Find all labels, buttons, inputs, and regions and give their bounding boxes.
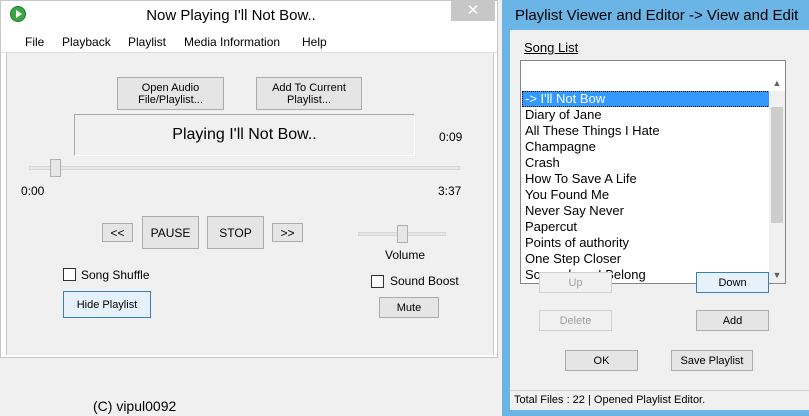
list-item[interactable]: One Step Closer [522, 251, 770, 267]
song-list-header: Song List [524, 40, 579, 55]
list-item[interactable]: Champagne [522, 139, 770, 155]
list-item[interactable]: -> I'll Not Bow [522, 91, 770, 107]
previous-button[interactable]: << [102, 223, 133, 242]
add-to-playlist-button[interactable]: Add To Current Playlist... [256, 77, 362, 110]
menu-playlist[interactable]: Playlist [128, 35, 166, 49]
list-item[interactable]: Papercut [522, 219, 770, 235]
duration-time: 3:37 [438, 184, 462, 198]
list-item[interactable]: All These Things I Hate [522, 123, 770, 139]
scrollbar-thumb[interactable] [771, 107, 783, 223]
menu-file[interactable]: File [25, 35, 44, 49]
song-shuffle-label[interactable]: Song Shuffle [81, 268, 150, 282]
volume-label: Volume [385, 248, 426, 262]
menu-playback[interactable]: Playback [62, 35, 111, 49]
playlist-window-title: Playlist Viewer and Editor -> View and E… [515, 7, 799, 24]
playlist-titlebar[interactable]: Playlist Viewer and Editor -> View and E… [502, 0, 809, 30]
next-button[interactable]: >> [272, 223, 303, 242]
sound-boost-checkbox[interactable] [371, 275, 384, 288]
seek-slider-thumb[interactable] [49, 159, 61, 177]
list-item[interactable]: How To Save A Life [522, 171, 770, 187]
volume-slider-thumb[interactable] [397, 225, 408, 243]
playlist-window: Playlist Viewer and Editor -> View and E… [502, 0, 809, 416]
add-song-button[interactable]: Add [696, 310, 769, 331]
list-item[interactable]: Diary of Jane [522, 107, 770, 123]
sound-boost-label[interactable]: Sound Boost [390, 274, 459, 288]
copyright-text: (C) vipul0092 [93, 398, 177, 414]
song-list[interactable]: -> I'll Not Bow Diary of Jane All These Th… [520, 60, 786, 284]
song-shuffle-checkbox[interactable] [63, 268, 76, 281]
save-playlist-button[interactable]: Save Playlist [671, 350, 753, 371]
now-playing-display: Playing I'll Not Bow.. [74, 114, 415, 156]
player-titlebar[interactable]: Now Playing I'll Not Bow.. ✕ [1, 1, 497, 31]
song-list-items: -> I'll Not Bow Diary of Jane All These Th… [522, 91, 770, 283]
start-time: 0:00 [21, 184, 45, 198]
ok-button[interactable]: OK [565, 350, 638, 371]
seek-track[interactable] [29, 166, 460, 170]
open-audio-button[interactable]: Open Audio File/Playlist... [117, 77, 224, 110]
scroll-down-icon[interactable]: ▼ [769, 267, 785, 283]
hide-playlist-button[interactable]: Hide Playlist [63, 291, 151, 318]
stop-button[interactable]: STOP [207, 216, 264, 249]
player-window-title: Now Playing I'll Not Bow.. [146, 7, 316, 24]
player-window: Now Playing I'll Not Bow.. ✕ File Playba… [0, 0, 498, 358]
list-item[interactable]: Points of authority [522, 235, 770, 251]
menu-help[interactable]: Help [302, 35, 327, 49]
list-item[interactable]: Crash [522, 155, 770, 171]
close-icon[interactable]: ✕ [451, 1, 495, 21]
list-item[interactable]: Never Say Never [522, 203, 770, 219]
elapsed-time: 0:09 [439, 130, 463, 144]
menu-media-information[interactable]: Media Information [184, 35, 280, 49]
move-up-button[interactable]: Up [539, 272, 612, 293]
scroll-up-icon[interactable]: ▲ [769, 75, 785, 91]
delete-button[interactable]: Delete [539, 310, 612, 331]
song-list-scrollbar[interactable]: ▲ ▼ [769, 78, 785, 283]
menubar: File Playback Playlist Media Information… [1, 31, 497, 53]
list-item[interactable]: You Found Me [522, 187, 770, 203]
status-bar: Total Files : 22 | Opened Playlist Edito… [510, 390, 809, 410]
mute-button[interactable]: Mute [379, 297, 439, 318]
playlist-client-area: Song List -> I'll Not Bow Diary of Jane Al… [510, 30, 809, 410]
move-down-button[interactable]: Down [696, 272, 769, 293]
pause-button[interactable]: PAUSE [142, 216, 199, 249]
